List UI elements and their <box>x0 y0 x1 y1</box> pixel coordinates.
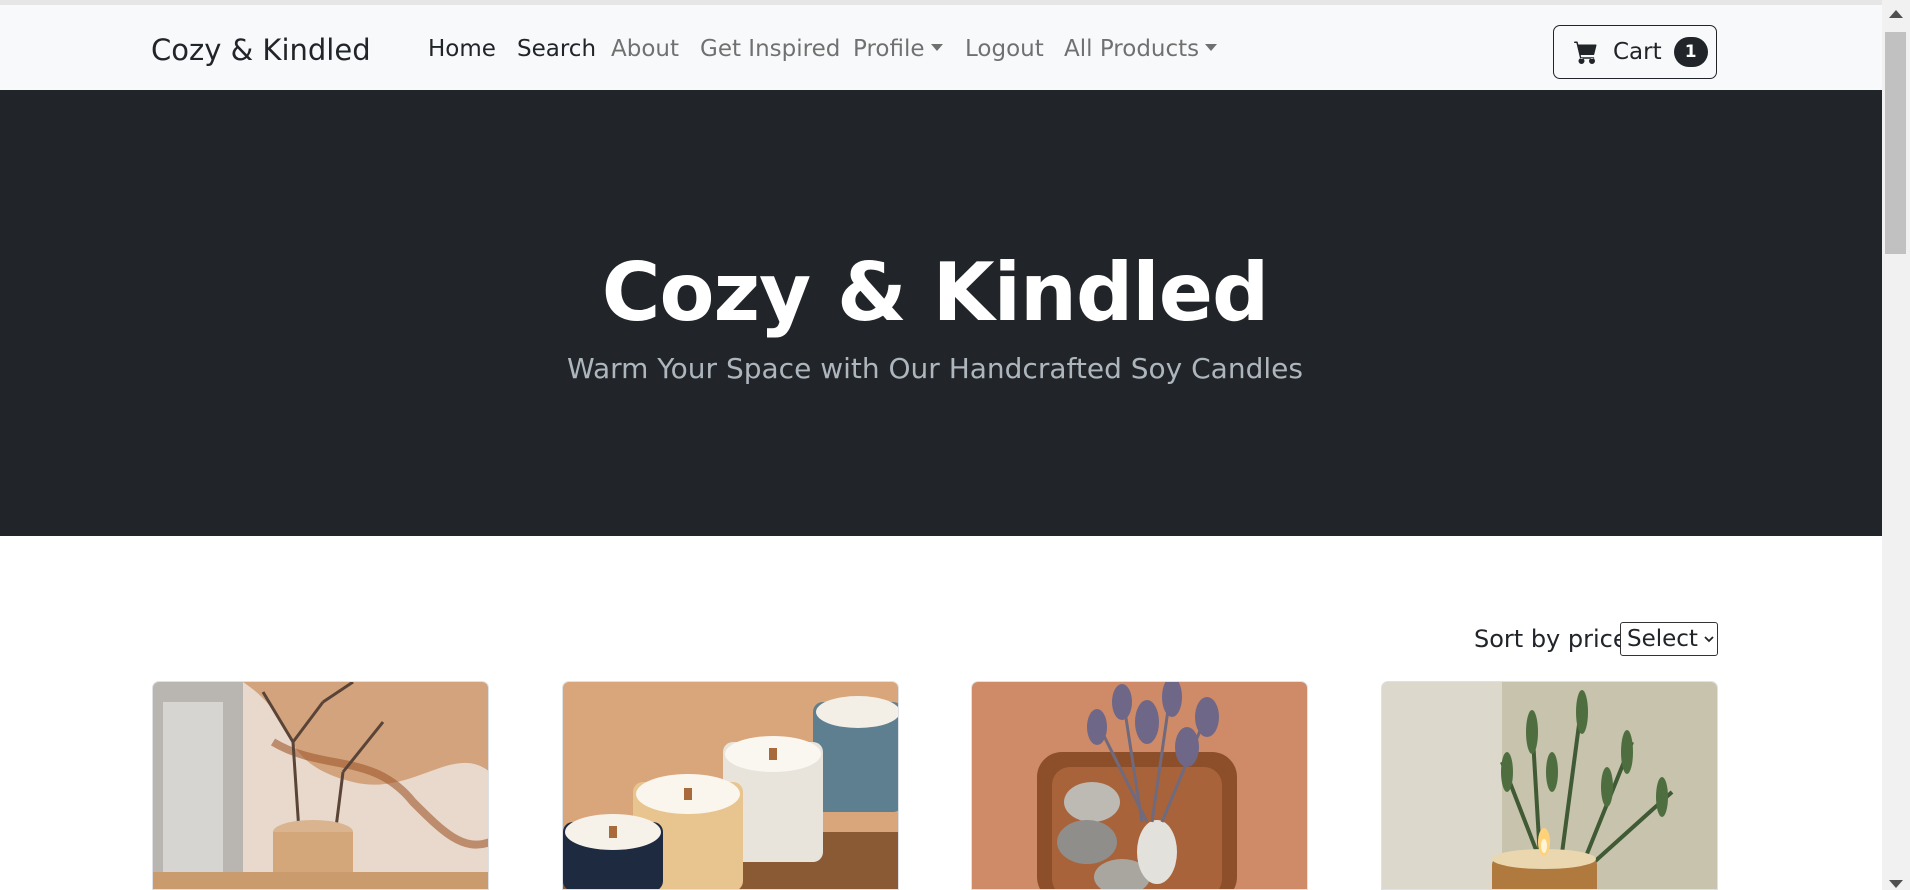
product-card[interactable] <box>971 681 1308 890</box>
product-card[interactable] <box>152 681 489 890</box>
sort-label: Sort by price: <box>1474 625 1636 653</box>
product-image <box>563 682 898 889</box>
navbar: Cozy & Kindled Home Search About Get Ins… <box>0 5 1882 90</box>
nav-profile-label: Profile <box>853 36 925 62</box>
cart-icon <box>1574 41 1597 64</box>
hero-banner: Cozy & Kindled Warm Your Space with Our … <box>0 90 1882 536</box>
chevron-down-icon <box>1704 636 1714 643</box>
product-image <box>972 682 1307 889</box>
sort-by-price-select[interactable]: Select <box>1620 622 1718 656</box>
sort-selected-value: Select <box>1627 626 1698 652</box>
nav-search[interactable]: Search <box>517 36 596 62</box>
nav-get-inspired[interactable]: Get Inspired <box>700 36 840 62</box>
caret-down-icon <box>1205 44 1218 51</box>
product-card[interactable] <box>562 681 899 890</box>
nav-all-products-label: All Products <box>1064 36 1200 62</box>
nav-logout[interactable]: Logout <box>965 36 1044 62</box>
cart-button[interactable]: Cart 1 <box>1553 25 1717 79</box>
hero-subtitle: Warm Your Space with Our Handcrafted Soy… <box>567 352 1303 385</box>
product-card[interactable] <box>1381 681 1718 890</box>
scrollbar-thumb[interactable] <box>1885 32 1906 254</box>
caret-down-icon <box>930 44 943 51</box>
product-image <box>1382 682 1717 889</box>
navbar-brand[interactable]: Cozy & Kindled <box>151 33 371 67</box>
nav-about[interactable]: About <box>611 36 679 62</box>
cart-count-badge: 1 <box>1673 37 1708 67</box>
nav-profile-dropdown[interactable]: Profile <box>853 36 943 62</box>
scroll-up-arrow-icon[interactable] <box>1889 10 1903 18</box>
cart-label: Cart <box>1613 39 1662 65</box>
nav-home[interactable]: Home <box>428 36 496 62</box>
hero-title: Cozy & Kindled <box>601 246 1269 339</box>
product-image <box>153 682 488 889</box>
nav-all-products-dropdown[interactable]: All Products <box>1064 36 1218 62</box>
scroll-down-arrow-icon[interactable] <box>1889 880 1903 888</box>
